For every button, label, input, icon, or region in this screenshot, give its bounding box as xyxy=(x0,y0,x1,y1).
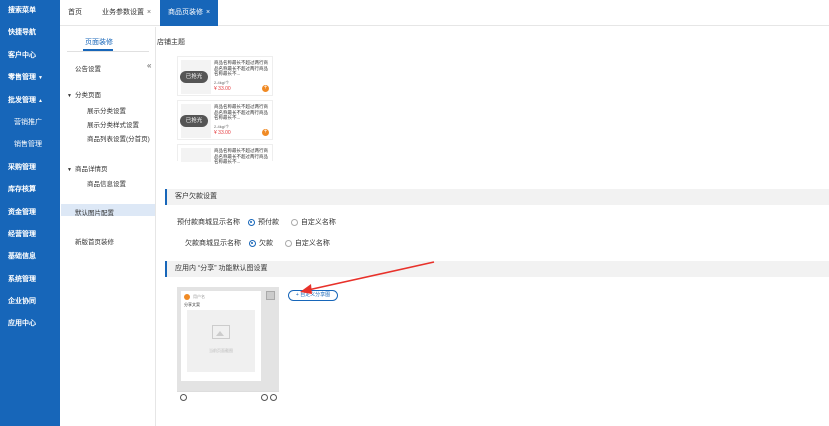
prepay-name-row: 预付款商城显示名称 预付款 自定义名称 xyxy=(177,218,336,226)
sold-out-badge: 已抢光 xyxy=(180,115,208,127)
share-image-area: 当前页面截图 xyxy=(187,310,255,372)
sidebar-group-category[interactable]: ▼ 分类页面 xyxy=(67,89,101,99)
voice-icon xyxy=(180,394,187,401)
main-content: 店铺主题 已抢光 商品名称最长不超过两行商品名称最长不超过两行商品名称最长不..… xyxy=(157,27,829,426)
image-placeholder-icon xyxy=(212,325,230,339)
nav-item-wholesale[interactable]: 批发管理 ▲ xyxy=(0,90,60,112)
nav-item-customer-center[interactable]: 客户中心 xyxy=(0,45,60,67)
nav-item-marketing[interactable]: 营销推广 xyxy=(0,112,60,134)
close-icon[interactable]: × xyxy=(147,9,151,16)
add-cart-icon: + xyxy=(262,85,269,92)
product-card: 已抢光 商品名称最长不超过两行商品名称最长不超过两行商品名称最长不... 2-4… xyxy=(177,100,273,140)
app-root: 搜索菜单 快捷导航 客户中心 零售管理 ▼ 批发管理 ▲ 营销推广 销售管理 采购管… xyxy=(0,0,829,426)
share-card: 用户名 分享文案 当前页面截图 xyxy=(181,291,261,381)
collapse-icon[interactable]: « xyxy=(147,61,151,70)
prepay-radio[interactable] xyxy=(247,218,255,226)
add-cart-icon: + xyxy=(262,129,269,136)
avatar xyxy=(184,294,190,300)
expand-triangle-icon: ▼ xyxy=(67,167,72,173)
shop-theme-tab[interactable]: 店铺主题 xyxy=(157,37,185,47)
sidebar-group-detail[interactable]: ▼ 商品详情页 xyxy=(67,163,107,173)
close-icon[interactable]: × xyxy=(206,9,210,16)
page-decoration-tab[interactable]: 页面装修 xyxy=(85,37,113,47)
emoji-icon xyxy=(261,394,268,401)
nav-item-funds[interactable]: 资金管理 xyxy=(0,202,60,224)
sold-out-badge: 已抢光 xyxy=(180,71,208,83)
product-card: 商品名称最长不超过两行商品名称最长不超过两行商品名称最长不... xyxy=(177,144,273,164)
product-title: 商品名称最长不超过两行商品名称最长不超过两行商品名称最长不... xyxy=(214,104,268,120)
nav-item-collaboration[interactable]: 企业协同 xyxy=(0,291,60,313)
sidebar-item-category-display[interactable]: 展示分类设置 xyxy=(87,105,126,115)
debt-custom-radio[interactable] xyxy=(284,239,292,247)
product-price: ¥ 33.00 xyxy=(214,130,231,136)
debt-name-row: 欠款商城显示名称 欠款 自定义名称 xyxy=(185,239,330,247)
user-icon xyxy=(266,291,275,300)
sidebar-item-product-list[interactable]: 商品列表设置(分首页) xyxy=(87,133,150,143)
product-title: 商品名称最长不超过两行商品名称最长不超过两行商品名称最长不... xyxy=(214,148,268,164)
custom-share-image-button[interactable]: + 自定义分享图 xyxy=(288,290,338,301)
debt-radio[interactable] xyxy=(248,239,256,247)
share-settings-header: 应用内 “分享” 功能默认图设置 xyxy=(165,261,829,277)
active-tab-indicator xyxy=(83,49,113,51)
prepay-custom-radio[interactable] xyxy=(290,218,298,226)
tab-product-page-decoration[interactable]: 商品页装修 × xyxy=(160,0,219,26)
nav-item-app-center[interactable]: 应用中心 xyxy=(0,313,60,335)
share-title: 分享文案 xyxy=(184,302,200,307)
sidebar-item-category-style[interactable]: 展示分类样式设置 xyxy=(87,119,139,129)
product-card: 已抢光 商品名称最长不超过两行商品名称最长不超过两行商品名称最长不... 2-4… xyxy=(177,56,273,96)
nav-item-basic-info[interactable]: 基础信息 xyxy=(0,246,60,268)
decoration-sidebar: 页面装修 « 公告设置 ▼ 分类页面 展示分类设置 展示分类样式设置 商品列表设置… xyxy=(61,27,156,426)
product-title: 商品名称最长不超过两行商品名称最长不超过两行商品名称最长不... xyxy=(214,60,268,76)
sidebar-item-default-image[interactable]: 默认图片配置 xyxy=(75,207,114,217)
divider xyxy=(67,51,149,52)
expand-triangle-icon: ▼ xyxy=(67,93,72,99)
tab-bar: 首页 业务参数设置 × 商品页装修 × xyxy=(60,0,829,26)
chat-input-bar xyxy=(177,391,279,403)
nav-item-retail[interactable]: 零售管理 ▼ xyxy=(0,67,60,89)
product-thumbnail: 已抢光 xyxy=(180,60,211,94)
product-price: ¥ 33.00 xyxy=(214,86,231,92)
product-thumbnail: 已抢光 xyxy=(180,104,211,138)
nav-item-sales[interactable]: 销售管理 xyxy=(0,134,60,156)
share-image-caption: 当前页面截图 xyxy=(209,348,233,353)
nav-item-system[interactable]: 系统管理 xyxy=(0,269,60,291)
share-preview: 用户名 分享文案 当前页面截图 xyxy=(177,287,279,403)
sidebar-item-product-info[interactable]: 商品信息设置 xyxy=(87,178,126,188)
product-thumbnail xyxy=(181,148,211,162)
nav-item-search-menu[interactable]: 搜索菜单 xyxy=(0,0,60,22)
tab-business-params[interactable]: 业务参数设置 × xyxy=(102,0,151,26)
nav-item-inventory[interactable]: 库存核算 xyxy=(0,179,60,201)
chevron-down-icon: ▼ xyxy=(38,75,43,82)
tab-home[interactable]: 首页 xyxy=(68,0,82,26)
debt-settings-header: 客户欠款设置 xyxy=(165,189,829,205)
sidebar-item-announcement[interactable]: 公告设置 xyxy=(75,63,101,73)
share-user-name: 用户名 xyxy=(193,294,205,299)
nav-item-operations[interactable]: 经营管理 xyxy=(0,224,60,246)
left-nav: 搜索菜单 快捷导航 客户中心 零售管理 ▼ 批发管理 ▲ 营销推广 销售管理 采购管… xyxy=(0,0,60,426)
nav-item-purchase[interactable]: 采购管理 xyxy=(0,157,60,179)
nav-item-quick-nav[interactable]: 快捷导航 xyxy=(0,22,60,44)
plus-icon xyxy=(270,394,277,401)
chevron-up-icon: ▲ xyxy=(38,97,43,104)
sidebar-item-new-home[interactable]: 新版首页装修 xyxy=(75,236,114,246)
